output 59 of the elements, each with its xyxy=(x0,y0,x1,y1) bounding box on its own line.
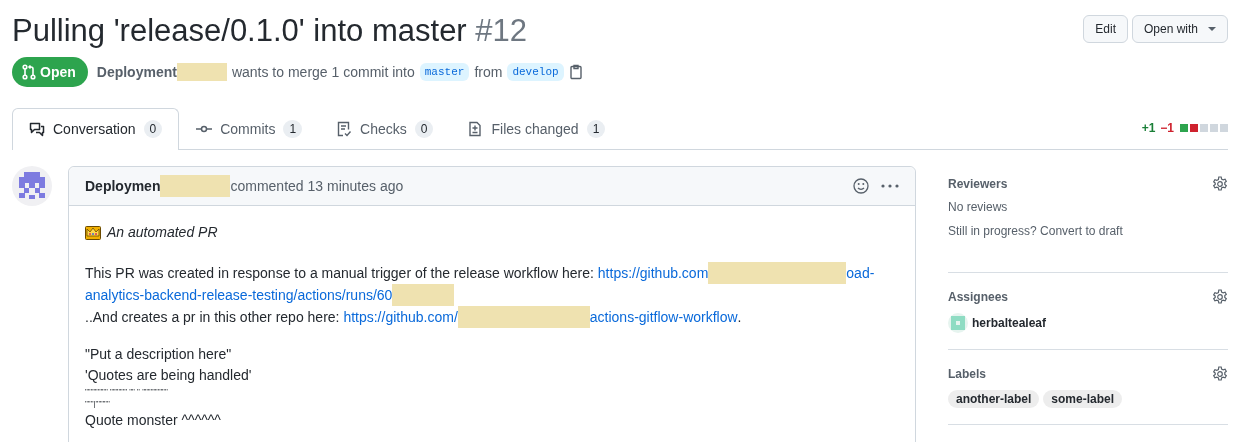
tab[interactable]: Checks 0 xyxy=(319,108,451,149)
link[interactable]: https://github.com/ xyxy=(343,306,458,328)
sidebar-text: Still in progress? Convert to draft xyxy=(948,224,1124,238)
comment-heading: An automated PR xyxy=(107,223,218,242)
tab-counter: 1 xyxy=(586,120,606,138)
deletions-count: −1 xyxy=(1160,121,1174,135)
redaction-mark xyxy=(160,175,231,197)
comment-text: Quote monster ^^^^^^ xyxy=(85,411,221,430)
pr-number: #12 xyxy=(475,13,528,48)
sidebar-heading: Assignees xyxy=(948,290,1009,304)
merge-text: wants to merge 1 commit into xyxy=(231,64,415,80)
link[interactable]: analytics-backend-release-testing/actions/runs/60 xyxy=(85,284,393,306)
label-tag[interactable]: another-label xyxy=(948,390,1040,408)
quote-marks-text: """""""" """""" "" " """"""""" xyxy=(85,386,168,398)
tab[interactable]: Conversation 0 xyxy=(12,108,180,150)
comment-text: . xyxy=(737,307,742,327)
redaction-mark xyxy=(176,63,227,81)
comment-text: "Put a description here" xyxy=(85,345,232,364)
comment-author[interactable]: Deploymen xyxy=(85,178,161,194)
tab-counter: 1 xyxy=(283,120,303,138)
quote-marks-text: """|""""" xyxy=(85,398,110,410)
tab-counter: 0 xyxy=(143,120,163,138)
sidebar-heading: Labels xyxy=(948,367,986,381)
tab[interactable]: Commits 1 xyxy=(179,108,320,149)
more-options-icon[interactable] xyxy=(881,184,899,188)
settings-icon[interactable] xyxy=(1212,289,1228,305)
redaction-mark xyxy=(392,284,455,306)
settings-icon[interactable] xyxy=(1212,366,1228,382)
sidebar-heading: Reviewers xyxy=(948,177,1008,191)
comment-text: ..And creates a pr in this other repo here: xyxy=(85,307,341,327)
link[interactable]: actions-gitflow-workflow xyxy=(589,306,738,328)
edit-button[interactable]: Edit xyxy=(1083,15,1128,43)
from-text: from xyxy=(474,64,503,80)
head-branch[interactable]: develop xyxy=(507,63,564,81)
speech-bubbles-icon xyxy=(29,121,45,137)
base-branch[interactable]: master xyxy=(419,63,470,81)
diff-file-icon xyxy=(467,121,484,137)
link[interactable]: https://github.com xyxy=(597,262,709,284)
crown-icon xyxy=(85,225,101,240)
avatar[interactable] xyxy=(12,166,52,206)
comment-text: This PR was created in response to a manual trigger of the release workflow here: xyxy=(85,263,595,283)
open-with-button[interactable]: Open with xyxy=(1131,15,1228,43)
smiley-icon[interactable] xyxy=(853,178,869,194)
pull-request-icon xyxy=(22,64,36,80)
comment-time: commented 13 minutes ago xyxy=(230,178,404,194)
link[interactable]: oad- xyxy=(846,262,875,284)
comment-text: 'Quotes are being handled' xyxy=(85,366,252,385)
label-tag[interactable]: some-label xyxy=(1043,390,1123,408)
sidebar-text: No reviews xyxy=(948,200,1009,214)
settings-icon[interactable] xyxy=(1212,176,1228,192)
checklist-icon xyxy=(336,121,353,137)
tab-counter: 0 xyxy=(414,120,434,138)
additions-count: +1 xyxy=(1141,121,1156,135)
tab[interactable]: Files changed 1 xyxy=(450,108,623,149)
author-name[interactable]: Deployment xyxy=(96,64,177,80)
clipboard-icon[interactable] xyxy=(568,64,583,80)
open-state-badge: Open xyxy=(12,57,88,87)
assignee-name[interactable]: herbaltealeaf xyxy=(972,316,1047,330)
pr-title: Pulling 'release/0.1.0' into master xyxy=(12,13,467,48)
